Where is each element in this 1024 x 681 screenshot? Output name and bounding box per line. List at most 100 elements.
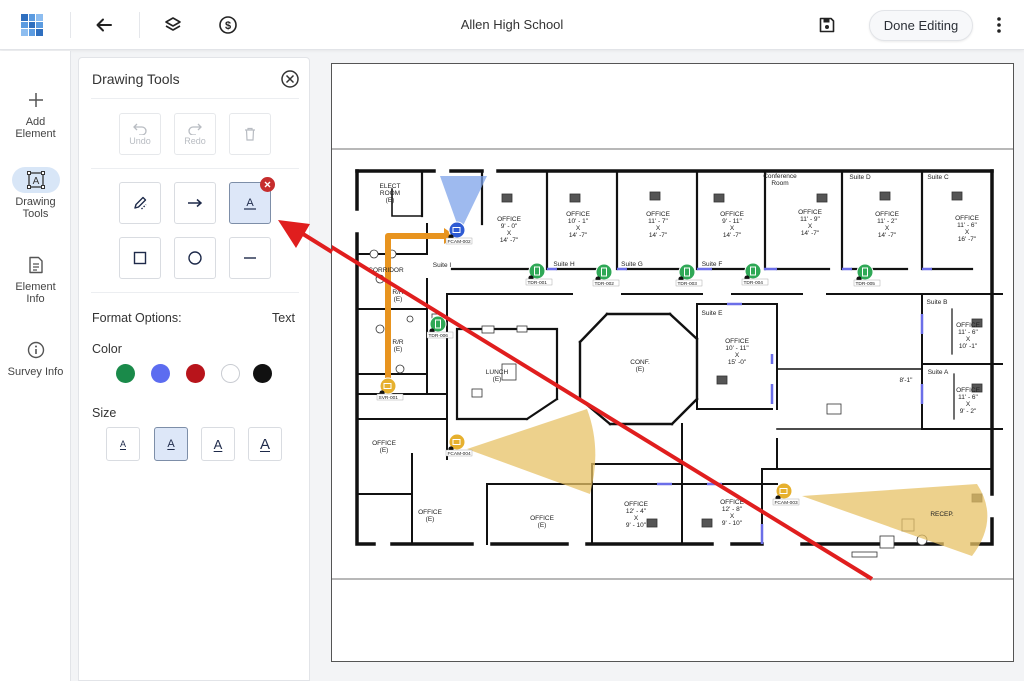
- room-label-off-11: OFFICE 12' - 4" X 9' - 10": [624, 501, 648, 529]
- divider: [91, 292, 299, 293]
- size-glyph: A: [213, 436, 223, 452]
- color-swatch-white[interactable]: [221, 364, 240, 383]
- redo-label: Redo: [184, 135, 206, 146]
- rail-label: Add Element: [15, 116, 56, 140]
- device-tag-label: FCAM-004: [448, 451, 472, 457]
- room-label-off-e3: OFFICE (E): [530, 515, 554, 529]
- device-tdr-002[interactable]: TDR-002: [592, 263, 620, 287]
- color-swatch-blue[interactable]: [151, 364, 170, 383]
- rail-label: Survey Info: [7, 366, 64, 378]
- room-label-off-7: OFFICE 11' - 6" X 16' -7": [955, 215, 979, 243]
- undo-label: Undo: [129, 135, 151, 146]
- done-editing-button[interactable]: Done Editing: [869, 10, 973, 41]
- divider: [91, 168, 299, 169]
- room-label-off-8: OFFICE 10' - 11" X 15' -0": [725, 338, 749, 366]
- pen-icon: [134, 196, 147, 210]
- square-icon: [133, 251, 147, 265]
- device-fcam-002[interactable]: FCAM-002: [445, 221, 473, 245]
- delete-button[interactable]: [229, 113, 271, 155]
- color-label: Color: [92, 342, 122, 356]
- freehand-tool-button[interactable]: [119, 182, 161, 224]
- size-medium-button[interactable]: A: [154, 427, 188, 461]
- undo-button[interactable]: Undo: [119, 113, 161, 155]
- size-glyph: A: [167, 438, 175, 450]
- text-icon: A: [244, 197, 256, 210]
- room-label-suite-a: Suite A: [928, 369, 949, 376]
- room-label-off-5: OFFICE 11' - 9" X 14' -7": [798, 209, 822, 237]
- room-label-recep: RECEP.: [930, 511, 954, 518]
- top-bar: $ Allen High School Done Editing: [0, 0, 1024, 50]
- camera-coverage-cone: [467, 409, 596, 494]
- panel-title: Drawing Tools: [92, 71, 180, 87]
- device-fcam-004[interactable]: FCAM-004: [445, 433, 473, 457]
- color-swatch-black[interactable]: [253, 364, 272, 383]
- line-icon: [244, 257, 256, 259]
- redo-button[interactable]: Redo: [174, 113, 216, 155]
- room-label-off-3: OFFICE 11' - 7" X 14' -7": [646, 211, 670, 239]
- device-tdr-005[interactable]: TDR-005: [853, 263, 881, 287]
- redo-icon: [188, 123, 202, 135]
- rail-label: Element Info: [15, 281, 56, 305]
- circle-tool-button[interactable]: [174, 237, 216, 279]
- room-label-suite-i: Suite I: [433, 262, 452, 269]
- room-label-dim: 8'-1": [900, 377, 914, 384]
- device-tag-label: TDR-001: [528, 280, 548, 286]
- save-icon[interactable]: [814, 12, 840, 38]
- left-rail: Add Element A Drawing Tools Element Info…: [0, 51, 71, 681]
- format-options-value: Text: [272, 311, 295, 325]
- circle-icon: [188, 251, 202, 265]
- rail-survey-info[interactable]: Survey Info: [0, 337, 71, 378]
- device-tag-label: TDR-003: [678, 281, 698, 287]
- room-label-off-2: OFFICE 10' - 1" X 14' -7": [566, 211, 590, 239]
- room-label-suite-c: Suite C: [927, 174, 949, 181]
- drawing-tools-panel: Drawing Tools Undo Redo A Format Options…: [78, 57, 310, 681]
- rail-add-element[interactable]: Add Element: [0, 87, 71, 140]
- room-label-off-e2: OFFICE (E): [418, 509, 442, 523]
- info-icon: [12, 337, 60, 363]
- size-xlarge-button[interactable]: A: [248, 427, 282, 461]
- device-svr-001[interactable]: SVR-001: [376, 377, 404, 401]
- room-label-suite-d: Suite D: [849, 174, 871, 181]
- arrow-right-icon: [188, 198, 203, 208]
- size-glyph: A: [119, 439, 126, 449]
- device-tag-label: TDR-006: [429, 333, 449, 339]
- size-glyph: A: [259, 435, 270, 453]
- undo-icon: [133, 123, 147, 135]
- rail-label: Drawing Tools: [15, 196, 56, 220]
- device-tag-label: TDR-005: [856, 281, 876, 287]
- floorplan-canvas[interactable]: ELECT ROOM (E) Suite I OFFICE 9' - 0" X 14' -7"…: [331, 63, 1014, 662]
- room-label-suite-e: Suite E: [702, 310, 724, 317]
- room-label-suite-g: Suite G: [621, 261, 643, 268]
- room-label-off-10: OFFICE 11' - 6" X 9' - 2": [956, 387, 980, 415]
- room-label-rr2: R/R (E): [392, 339, 404, 353]
- format-options-label: Format Options:: [92, 311, 182, 325]
- rail-element-info[interactable]: Element Info: [0, 252, 71, 305]
- floorplan-drawing: ELECT ROOM (E) Suite I OFFICE 9' - 0" X 14' -7"…: [332, 148, 1013, 581]
- line-tool-button[interactable]: [229, 237, 271, 279]
- close-icon[interactable]: [280, 69, 300, 89]
- remove-selection-icon[interactable]: [260, 177, 275, 192]
- arrow-tool-button[interactable]: [174, 182, 216, 224]
- size-small-button[interactable]: A: [106, 427, 140, 461]
- device-tag-label: SVR-001: [379, 395, 399, 401]
- room-label-off-6: OFFICE 11' - 2" X 14' -7": [875, 211, 899, 239]
- annotation-arrow-tail: [293, 227, 334, 254]
- svg-text:A: A: [32, 176, 39, 187]
- room-label-off-12: OFFICE 12' - 8" X 9' - 10": [720, 499, 744, 527]
- room-label-off-e1: OFFICE (E): [372, 440, 396, 454]
- device-tag-label: TDR-004: [744, 280, 764, 286]
- rail-drawing-tools[interactable]: A Drawing Tools: [0, 167, 71, 220]
- room-label-conf-room: Conference Room: [763, 173, 797, 187]
- color-swatch-red[interactable]: [186, 364, 205, 383]
- divider: [91, 98, 299, 99]
- device-tag-label: FCAM-003: [775, 500, 799, 506]
- rectangle-tool-button[interactable]: [119, 237, 161, 279]
- svg-text:A: A: [246, 197, 254, 209]
- device-fcam-003[interactable]: FCAM-003: [772, 482, 800, 506]
- more-vert-icon[interactable]: [986, 12, 1012, 38]
- camera-coverage-cone: [440, 176, 487, 232]
- color-swatch-green[interactable]: [116, 364, 135, 383]
- device-tag-label: FCAM-002: [448, 239, 472, 245]
- room-label-off-4: OFFICE 9' - 11" X 14' -7": [720, 211, 744, 239]
- size-large-button[interactable]: A: [201, 427, 235, 461]
